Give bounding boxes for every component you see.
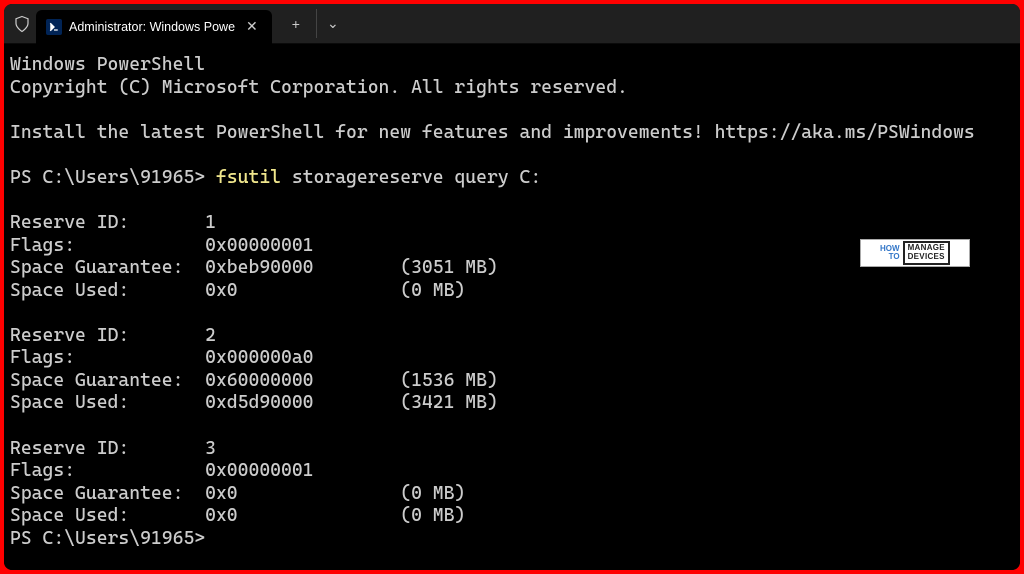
command: fsutil [216, 167, 281, 188]
command-args: storagereserve query C: [281, 167, 541, 188]
reserve-id: Reserve ID: 1 [10, 212, 216, 233]
powershell-icon [46, 19, 62, 35]
titlebar-controls: + ⌄ [280, 9, 351, 38]
shield-icon [12, 14, 32, 34]
reserve-flags: Flags: 0x00000001 [10, 460, 314, 481]
terminal-window: Administrator: Windows Powe ✕ + ⌄ Window… [4, 4, 1020, 570]
close-icon[interactable]: ✕ [242, 16, 262, 37]
reserve-flags: Flags: 0x00000001 [10, 235, 314, 256]
banner-line-1: Windows PowerShell [10, 54, 205, 75]
tab-dropdown-button[interactable]: ⌄ [316, 9, 351, 38]
prompt-line-end: PS C:\Users\91965> [10, 528, 205, 549]
titlebar: Administrator: Windows Powe ✕ + ⌄ [4, 4, 1020, 44]
tab-active[interactable]: Administrator: Windows Powe ✕ [36, 10, 272, 44]
reserve-guar: Space Guarantee: 0x60000000 (1536 MB) [10, 370, 498, 391]
install-hint: Install the latest PowerShell for new fe… [10, 122, 975, 143]
banner-line-2: Copyright (C) Microsoft Corporation. All… [10, 77, 628, 98]
new-tab-button[interactable]: + [280, 10, 312, 38]
reserve-used: Space Used: 0x0 (0 MB) [10, 505, 465, 526]
tab-title: Administrator: Windows Powe [69, 20, 235, 34]
reserve-guar: Space Guarantee: 0x0 (0 MB) [10, 483, 465, 504]
prompt-prefix: PS C:\Users\91965> [10, 167, 216, 188]
reserve-flags: Flags: 0x000000a0 [10, 347, 314, 368]
watermark-box: MANAGEDEVICES [903, 241, 950, 265]
reserve-used: Space Used: 0xd5d90000 (3421 MB) [10, 392, 498, 413]
reserve-guar: Space Guarantee: 0xbeb90000 (3051 MB) [10, 257, 498, 278]
reserve-id: Reserve ID: 3 [10, 438, 216, 459]
terminal-output[interactable]: Windows PowerShell Copyright (C) Microso… [4, 44, 1020, 570]
reserve-id: Reserve ID: 2 [10, 325, 216, 346]
watermark-badge: HOWTO MANAGEDEVICES [860, 239, 970, 267]
watermark-left: HOWTO [880, 245, 900, 261]
reserve-used: Space Used: 0x0 (0 MB) [10, 280, 465, 301]
prompt-line: PS C:\Users\91965> fsutil storagereserve… [10, 167, 541, 188]
